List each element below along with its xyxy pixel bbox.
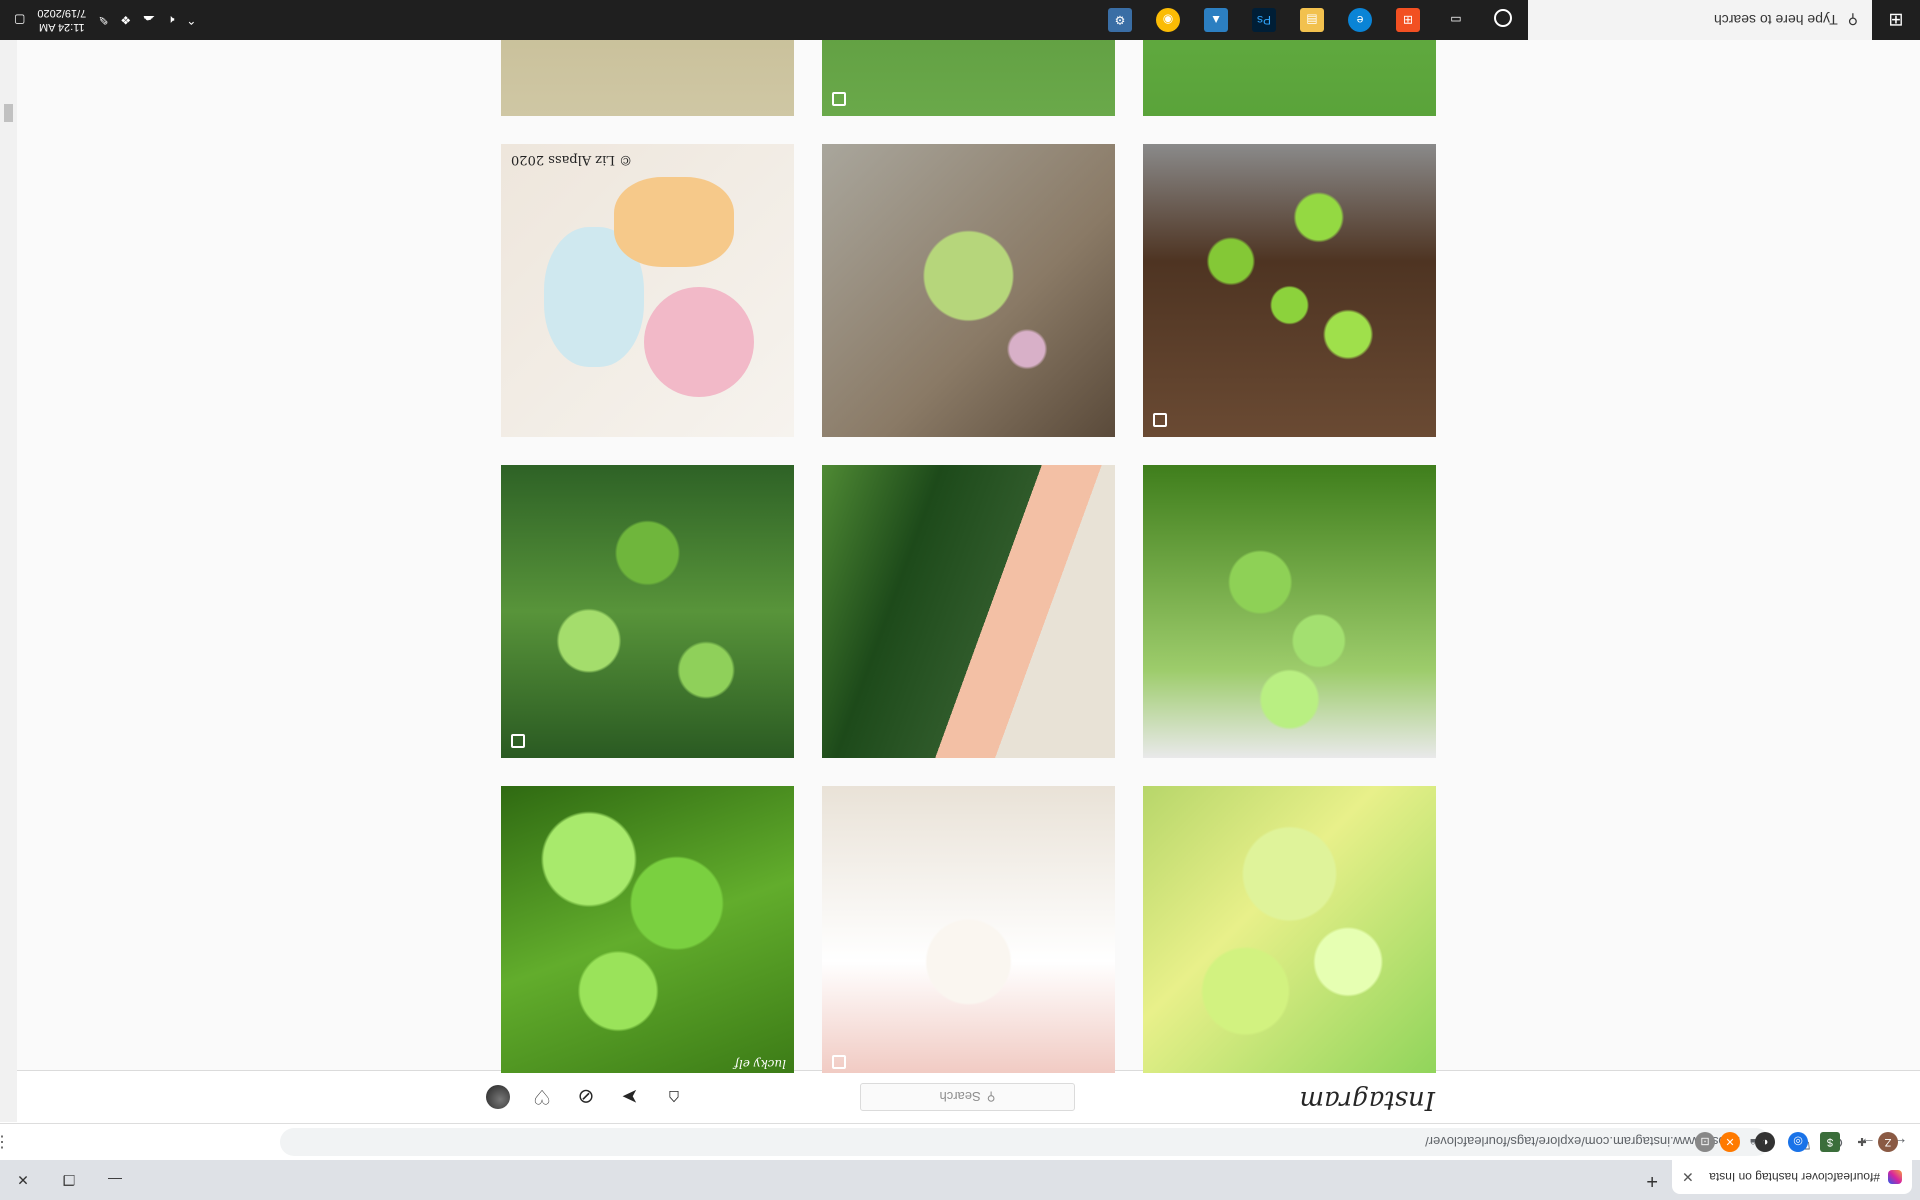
tab-title: #fourleafclover hashtag on Insta: [1709, 1170, 1880, 1184]
multiple-photos-icon: [1153, 413, 1167, 427]
post-thumbnail[interactable]: [501, 465, 794, 758]
microsoft-store-icon[interactable]: ⊞: [1396, 8, 1420, 32]
post-thumbnail[interactable]: [822, 786, 1115, 1073]
control-panel-icon[interactable]: ⚙: [1108, 8, 1132, 32]
instagram-favicon-icon: [1888, 1170, 1902, 1184]
post-thumbnail[interactable]: [1143, 144, 1436, 437]
post-thumbnail[interactable]: [822, 465, 1115, 758]
system-tray: ⌃ 🔈︎ ☁ ❖ ✎ 11:24 AM 7/19/2020 ▢: [0, 0, 196, 40]
window-controls: — ❐ ✕: [0, 1160, 138, 1200]
task-view-icon[interactable]: ▭: [1444, 8, 1468, 32]
clock-date: 7/19/2020: [37, 7, 87, 19]
edge-icon[interactable]: e: [1348, 8, 1372, 32]
taskbar-search-box[interactable]: ⚲ Type here to search: [1528, 0, 1872, 40]
extension-icon[interactable]: ✕: [1720, 1132, 1740, 1152]
onedrive-cloud-icon[interactable]: ☁: [143, 13, 155, 27]
scrollbar-thumb[interactable]: [4, 104, 13, 122]
illustration: [644, 287, 754, 397]
search-icon: ⚲: [986, 1090, 996, 1104]
taskbar-search-placeholder: Type here to search: [1713, 12, 1838, 28]
post-thumbnail[interactable]: [1143, 40, 1436, 116]
close-window-button[interactable]: ✕: [0, 1160, 46, 1200]
notifications-icon[interactable]: ▢: [14, 13, 25, 27]
post-thumbnail[interactable]: [501, 40, 794, 116]
post-thumbnail[interactable]: lucky elf: [501, 786, 794, 1073]
browser-toolbar: ← → ⟳ ⛉ 🔒︎ https://www.instagram.com/exp…: [0, 1123, 1920, 1160]
minimize-button[interactable]: —: [92, 1160, 138, 1200]
chevron-up-icon[interactable]: ⌃: [186, 13, 196, 27]
explore-compass-icon[interactable]: ⊘: [574, 1085, 598, 1109]
extension-icon[interactable]: ◎: [1788, 1132, 1808, 1152]
extension-icon[interactable]: ◐: [1755, 1132, 1775, 1152]
multiple-photos-icon: [511, 734, 525, 748]
heart-activity-icon[interactable]: ♡: [530, 1085, 554, 1109]
home-icon[interactable]: ⌂: [662, 1085, 686, 1109]
hashtag-photo-grid: lucky elf © Liz Alpass 2020: [0, 40, 1920, 1073]
multiple-photos-icon: [832, 92, 846, 106]
vertical-scrollbar[interactable]: [0, 40, 17, 1122]
post-thumbnail[interactable]: [822, 40, 1115, 116]
tab-close-icon[interactable]: ✕: [1682, 1169, 1694, 1186]
extension-icon[interactable]: ⊡: [1695, 1132, 1715, 1152]
watermark-text: © Liz Alpass 2020: [511, 152, 633, 167]
volume-icon[interactable]: 🔈︎: [167, 13, 174, 28]
extension-icon[interactable]: $: [1820, 1132, 1840, 1152]
cortana-icon[interactable]: [1494, 9, 1512, 27]
chrome-icon[interactable]: ◉: [1156, 8, 1180, 32]
profile-avatar[interactable]: Z: [1878, 1132, 1898, 1152]
windows-taskbar: ⊞ ⚲ Type here to search ▭ ⊞ e ▤ Ps ▲ ◉ ⚙…: [0, 0, 1920, 40]
system-clock[interactable]: 11:24 AM 7/19/2020: [37, 6, 86, 34]
clock-time: 11:24 AM: [38, 21, 85, 33]
new-tab-button[interactable]: +: [1646, 1169, 1658, 1192]
direct-message-icon[interactable]: ➤: [618, 1085, 642, 1109]
post-thumbnail[interactable]: [1143, 465, 1436, 758]
instagram-logo[interactable]: Instagram: [1299, 1085, 1435, 1115]
multiple-photos-icon: [832, 1055, 846, 1069]
restore-button[interactable]: ❐: [46, 1160, 92, 1200]
tab-active[interactable]: #fourleafclover hashtag on Insta ✕: [1672, 1160, 1912, 1194]
search-icon: ⚲: [1847, 12, 1858, 29]
address-bar[interactable]: 🔒︎ https://www.instagram.com/explore/tag…: [280, 1128, 1770, 1156]
puzzle-extensions-icon[interactable]: ✚: [1852, 1132, 1872, 1152]
instagram-search-input[interactable]: ⚲ Search: [860, 1083, 1075, 1111]
profile-avatar[interactable]: [486, 1085, 510, 1109]
post-thumbnail[interactable]: [1143, 786, 1436, 1073]
search-placeholder: Search: [939, 1089, 981, 1105]
url-text: https://www.instagram.com/explore/tags/f…: [1425, 1134, 1741, 1150]
tab-strip: #fourleafclover hashtag on Insta ✕ + — ❐…: [0, 1160, 1920, 1200]
windows-start-icon[interactable]: ⊞: [1872, 0, 1920, 40]
illustration: [614, 177, 734, 267]
dropbox-icon[interactable]: ❖: [120, 13, 131, 27]
watermark-signature: lucky elf: [734, 1057, 786, 1071]
menu-kebab-icon[interactable]: ⋮: [0, 1132, 12, 1152]
post-thumbnail[interactable]: © Liz Alpass 2020: [501, 144, 794, 437]
photoshop-icon[interactable]: Ps: [1252, 8, 1276, 32]
file-explorer-icon[interactable]: ▤: [1300, 8, 1324, 32]
photos-app-icon[interactable]: ▲: [1204, 8, 1228, 32]
pen-icon[interactable]: ✎: [98, 13, 108, 27]
post-thumbnail[interactable]: [822, 144, 1115, 437]
instagram-header: Instagram ⚲ Search ⌂ ➤ ⊘ ♡: [0, 1070, 1920, 1123]
